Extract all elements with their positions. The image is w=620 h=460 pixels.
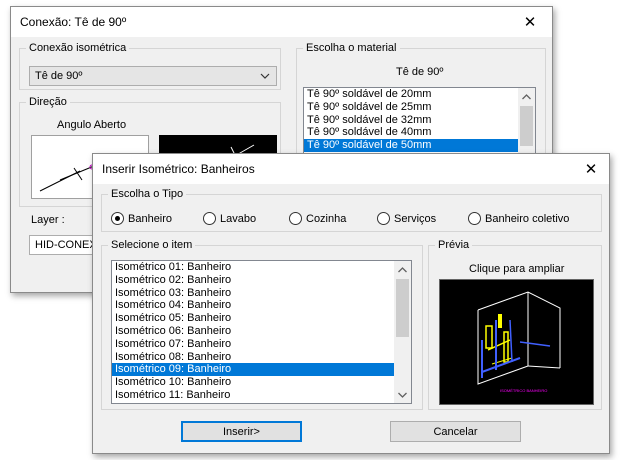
conexao-titlebar: Conexão: Tê de 90º ✕ bbox=[11, 7, 552, 37]
preview-image[interactable]: ISOMÉTRICO BANHEIRO bbox=[439, 279, 594, 405]
isometric-drawing-icon: ISOMÉTRICO BANHEIRO bbox=[477, 291, 561, 393]
scroll-down-icon[interactable] bbox=[394, 386, 411, 403]
item-list[interactable]: Isométrico 01: Banheiro Isométrico 02: B… bbox=[111, 260, 412, 404]
list-item[interactable]: Tê 90º soldável de 25mm bbox=[304, 101, 518, 114]
inserir-isometrico-dialog: Inserir Isométrico: Banheiros ✕ Escolha … bbox=[92, 153, 610, 454]
inserir-titlebar: Inserir Isométrico: Banheiros ✕ bbox=[93, 154, 609, 184]
list-item[interactable]: Isométrico 08: Banheiro bbox=[112, 351, 394, 364]
material-scrollbar[interactable] bbox=[518, 88, 535, 156]
radio-label: Serviços bbox=[394, 212, 437, 225]
radio-unchecked-icon bbox=[377, 212, 390, 225]
radio-label: Banheiro bbox=[128, 212, 173, 225]
radio-checked-icon bbox=[111, 212, 124, 225]
item-scrollbar[interactable] bbox=[394, 261, 411, 403]
list-item[interactable]: Isométrico 11: Banheiro bbox=[112, 389, 394, 402]
close-icon[interactable]: ✕ bbox=[512, 7, 548, 37]
group-label: Prévia bbox=[435, 238, 473, 252]
previa-hint: Clique para ampliar bbox=[469, 263, 565, 275]
group-label: Conexão isométrica bbox=[26, 41, 130, 55]
list-item[interactable]: Isométrico 06: Banheiro bbox=[112, 325, 394, 338]
radio-unchecked-icon bbox=[468, 212, 481, 225]
list-item[interactable]: Isométrico 07: Banheiro bbox=[112, 338, 394, 351]
insert-button[interactable]: Inserir> bbox=[181, 421, 302, 442]
layer-label: Layer : bbox=[31, 214, 65, 226]
item-rows: Isométrico 01: Banheiro Isométrico 02: B… bbox=[112, 261, 394, 402]
material-heading: Tê de 90º bbox=[396, 66, 444, 78]
radio-banheiro[interactable]: Banheiro bbox=[111, 212, 172, 225]
list-item-selected[interactable]: Isométrico 09: Banheiro bbox=[112, 363, 394, 377]
list-item-selected[interactable]: Tê 90º soldável de 50mm bbox=[304, 139, 518, 152]
radio-lavabo[interactable]: Lavabo bbox=[203, 212, 256, 225]
scroll-up-icon[interactable] bbox=[518, 88, 535, 105]
radio-servicos[interactable]: Serviços bbox=[377, 212, 436, 225]
conexao-select-value: Tê de 90º bbox=[35, 70, 83, 82]
list-item[interactable]: Isométrico 02: Banheiro bbox=[112, 274, 394, 287]
radio-label: Banheiro coletivo bbox=[485, 212, 570, 225]
radio-unchecked-icon bbox=[289, 212, 302, 225]
radio-label: Lavabo bbox=[220, 212, 257, 225]
radio-label: Cozinha bbox=[306, 212, 347, 225]
scroll-up-icon[interactable] bbox=[394, 261, 411, 278]
list-item[interactable]: Tê 90º soldável de 40mm bbox=[304, 126, 518, 139]
group-label: Escolha o Tipo bbox=[108, 187, 187, 201]
material-list[interactable]: Tê 90º soldável de 20mm Tê 90º soldável … bbox=[303, 87, 536, 157]
list-item[interactable]: Tê 90º soldável de 32mm bbox=[304, 114, 518, 127]
list-item[interactable]: Isométrico 03: Banheiro bbox=[112, 287, 394, 300]
material-rows: Tê 90º soldável de 20mm Tê 90º soldável … bbox=[304, 88, 518, 152]
preview-caption: ISOMÉTRICO BANHEIRO bbox=[500, 388, 547, 393]
radio-unchecked-icon bbox=[203, 212, 216, 225]
close-icon[interactable]: ✕ bbox=[573, 154, 609, 184]
radio-banheiro-coletivo[interactable]: Banheiro coletivo bbox=[468, 212, 569, 225]
list-item[interactable]: Tê 90º soldável de 20mm bbox=[304, 88, 518, 101]
scroll-thumb[interactable] bbox=[520, 106, 533, 146]
group-label: Escolha o material bbox=[303, 41, 400, 55]
angulo-label: Angulo Aberto bbox=[57, 119, 127, 131]
list-item[interactable]: Isométrico 04: Banheiro bbox=[112, 299, 394, 312]
radio-cozinha[interactable]: Cozinha bbox=[289, 212, 346, 225]
list-item[interactable]: Isométrico 01: Banheiro bbox=[112, 261, 394, 274]
cancel-button[interactable]: Cancelar bbox=[390, 421, 521, 442]
group-label: Direção bbox=[26, 95, 70, 109]
group-label: Selecione o item bbox=[108, 238, 196, 252]
list-item[interactable]: Isométrico 10: Banheiro bbox=[112, 376, 394, 389]
chevron-down-icon bbox=[260, 73, 270, 79]
conexao-select[interactable]: Tê de 90º bbox=[29, 66, 277, 86]
conexao-title: Conexão: Tê de 90º bbox=[20, 15, 127, 29]
scroll-thumb[interactable] bbox=[396, 279, 409, 337]
list-item[interactable]: Isométrico 05: Banheiro bbox=[112, 312, 394, 325]
inserir-title: Inserir Isométrico: Banheiros bbox=[102, 162, 255, 176]
